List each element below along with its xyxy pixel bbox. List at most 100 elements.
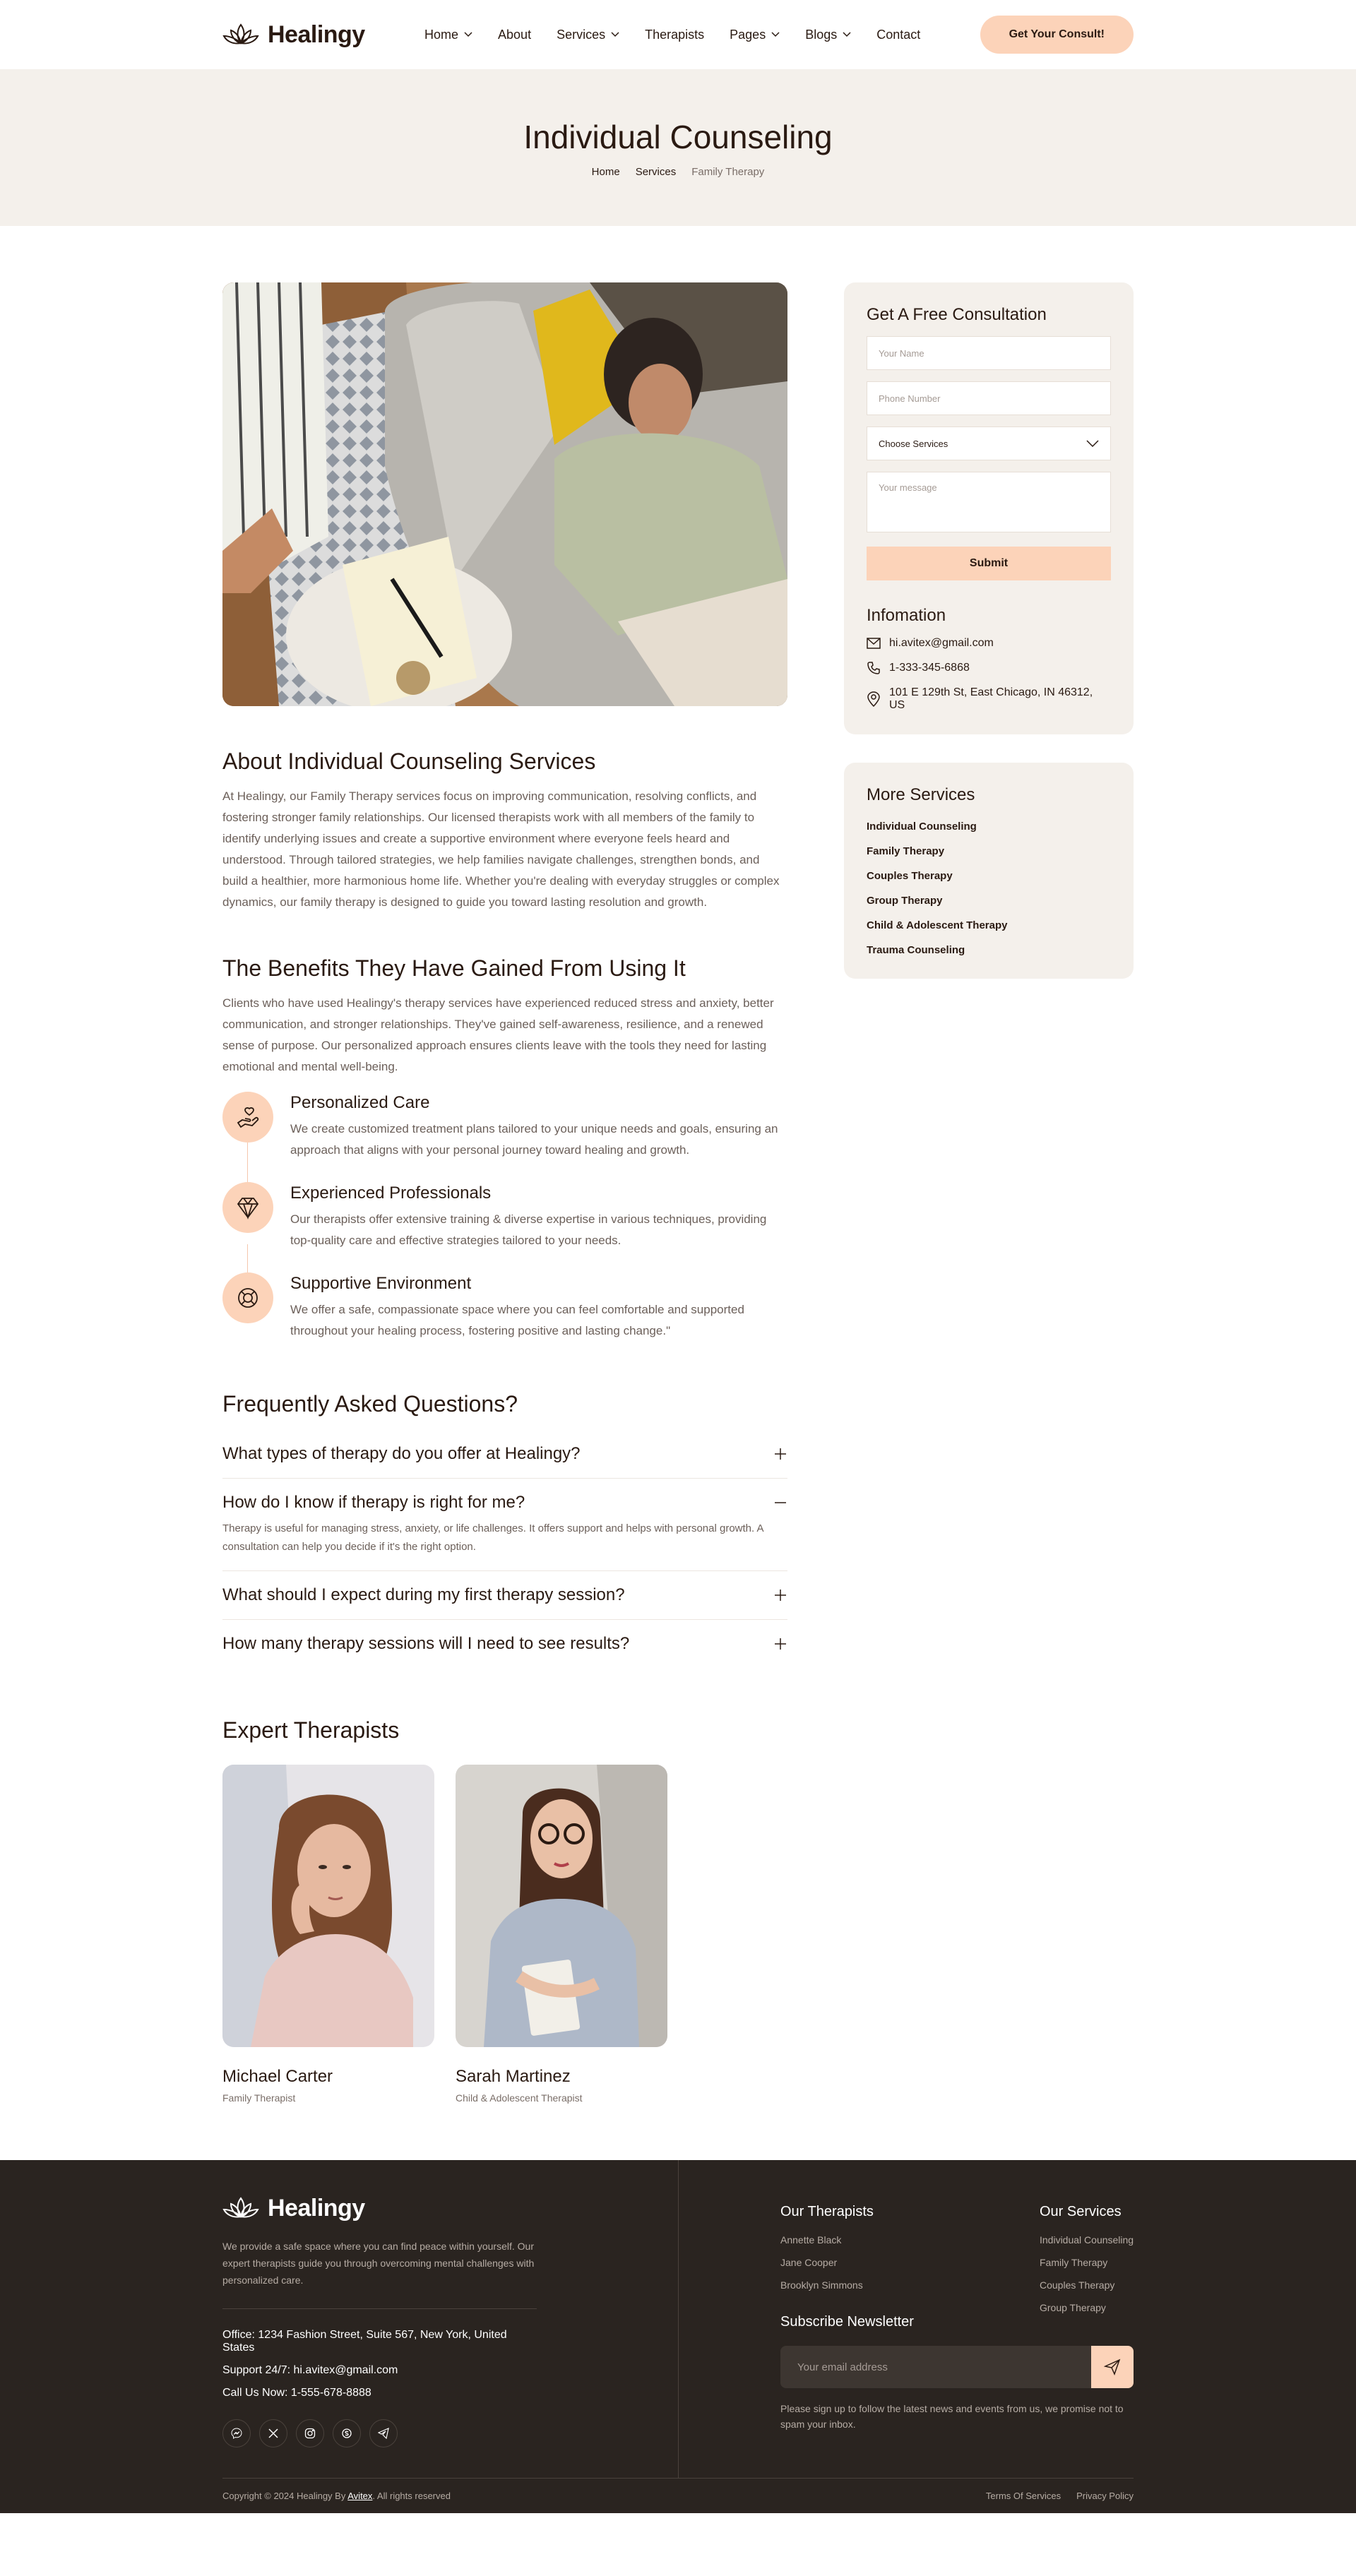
minus-icon[interactable] (773, 1496, 787, 1510)
phone-icon (867, 662, 880, 674)
social-links (222, 2419, 537, 2447)
benefits-title: The Benefits They Have Gained From Using… (222, 955, 686, 981)
location-pin-icon (867, 691, 880, 707)
newsletter-note: Please sign up to follow the latest news… (780, 2403, 1124, 2430)
team-member-card[interactable]: Michael Carter Family Therapist (222, 1765, 434, 2104)
newsletter: Subscribe Newsletter Your email address … (780, 2314, 1134, 2432)
experts-title: Expert Therapists (222, 1717, 400, 1743)
submit-button[interactable]: Submit (867, 547, 1111, 580)
name-placeholder: Your Name (879, 347, 924, 359)
service-link[interactable]: Trauma Counseling (867, 944, 1111, 956)
footer-therapists-title: Our Therapists (780, 2204, 874, 2219)
phone-input[interactable]: Phone Number (867, 381, 1111, 415)
nav-about[interactable]: About (498, 28, 531, 42)
service-link[interactable]: Child & Adolescent Therapy (867, 919, 1111, 931)
telegram-icon[interactable] (369, 2419, 398, 2447)
footer-divider (222, 2308, 537, 2309)
breadcrumb-services[interactable]: Services (636, 166, 677, 178)
service-select[interactable]: Choose Services (867, 427, 1111, 460)
chevron-down-icon (464, 32, 472, 37)
name-input[interactable]: Your Name (867, 336, 1111, 370)
about-title: About Individual Counseling Services (222, 749, 596, 774)
plus-icon[interactable] (773, 1588, 787, 1602)
benefit-item: Supportive Environment We offer a safe, … (222, 1272, 787, 1342)
footer-therapists: Our Therapists Annette Black Jane Cooper… (780, 2204, 874, 2291)
footer-support: Support 24/7: hi.avitex@gmail.com (222, 2364, 398, 2376)
instagram-icon[interactable] (296, 2419, 324, 2447)
benefit-item: Personalized Care We create customized t… (222, 1092, 787, 1161)
service-link[interactable]: Individual Counseling (867, 821, 1111, 833)
team-grid: Michael Carter Family Therapist Sarah Ma… (222, 1765, 787, 2104)
consultation-card: Get A Free Consultation Your Name Phone … (844, 282, 1134, 734)
nav-home[interactable]: Home (424, 28, 472, 42)
faq-item[interactable]: How many therapy sessions will I need to… (222, 1620, 787, 1668)
page-title: Individual Counseling (523, 118, 833, 155)
faq-question: What types of therapy do you offer at He… (222, 1444, 581, 1463)
faq-list: What types of therapy do you offer at He… (222, 1430, 787, 1668)
x-twitter-icon[interactable] (259, 2419, 287, 2447)
breadcrumb-current: Family Therapy (691, 165, 765, 178)
info-phone-text: 1-333-345-6868 (889, 662, 970, 674)
faq-question: What should I expect during my first the… (222, 1585, 625, 1604)
skype-icon[interactable] (333, 2419, 361, 2447)
service-link[interactable]: Couples Therapy (867, 870, 1111, 882)
therapist-name: Michael Carter (222, 2067, 333, 2086)
newsletter-email-input[interactable]: Your email address (780, 2346, 1091, 2388)
logo[interactable]: Healingy (222, 20, 365, 49)
footer-service-link[interactable]: Group Therapy (1040, 2302, 1134, 2313)
nav-pages[interactable]: Pages (730, 28, 780, 42)
terms-link[interactable]: Terms Of Services (986, 2491, 1061, 2501)
info-address-text: 101 E 129th St, East Chicago, IN 46312, … (888, 686, 1093, 711)
copyright-suffix: . All rights reserved (372, 2491, 451, 2501)
footer-therapist-link[interactable]: Jane Cooper (780, 2257, 874, 2268)
message-textarea[interactable]: Your message (867, 472, 1111, 532)
more-services-card: More Services Individual Counseling Fami… (844, 763, 1134, 979)
breadcrumb-home[interactable]: Home (592, 166, 620, 178)
faq-item[interactable]: What types of therapy do you offer at He… (222, 1430, 787, 1479)
site-header: Healingy Home About Services Therapists … (0, 0, 1356, 69)
info-phone[interactable]: 1-333-345-6868 (867, 661, 1111, 675)
info-email[interactable]: hi.avitex@gmail.com (867, 637, 1111, 650)
service-link[interactable]: Group Therapy (867, 895, 1111, 907)
nav-pages-label: Pages (730, 27, 766, 42)
footer-services: Our Services Individual Counseling Famil… (1040, 2204, 1134, 2313)
footer-logo[interactable]: Healingy (222, 2194, 537, 2222)
mail-icon (867, 638, 881, 649)
main-nav: Home About Services Therapists Pages Blo… (424, 28, 920, 42)
privacy-link[interactable]: Privacy Policy (1076, 2491, 1134, 2501)
chevron-down-icon (1086, 440, 1099, 447)
about-text: At Healingy, our Family Therapy services… (222, 789, 780, 909)
service-link[interactable]: Family Therapy (867, 845, 1111, 857)
therapist-photo (456, 1765, 667, 2047)
team-member-card[interactable]: Sarah Martinez Child & Adolescent Therap… (456, 1765, 667, 2104)
nav-therapists[interactable]: Therapists (645, 28, 704, 42)
get-consult-button[interactable]: Get Your Consult! (980, 16, 1134, 54)
info-address: 101 E 129th St, East Chicago, IN 46312, … (867, 686, 1111, 712)
footer-description: We provide a safe space where you can fi… (222, 2241, 535, 2286)
faq-title: Frequently Asked Questions? (222, 1391, 518, 1417)
nav-blogs-label: Blogs (805, 27, 838, 42)
nav-therapists-label: Therapists (645, 27, 705, 42)
footer-service-link[interactable]: Individual Counseling (1040, 2234, 1134, 2246)
faq-question: How do I know if therapy is right for me… (222, 1493, 525, 1512)
benefit-title: Experienced Professionals (290, 1183, 492, 1203)
faq-item[interactable]: What should I expect during my first the… (222, 1571, 787, 1620)
footer-therapist-link[interactable]: Annette Black (780, 2234, 874, 2246)
nav-contact[interactable]: Contact (876, 28, 920, 42)
plus-icon[interactable] (773, 1637, 787, 1651)
nav-about-label: About (498, 27, 532, 42)
footer-service-link[interactable]: Family Therapy (1040, 2257, 1134, 2268)
footer-call: Call Us Now: 1-555-678-8888 (222, 2387, 371, 2399)
newsletter-submit-button[interactable] (1091, 2346, 1134, 2388)
footer-therapist-link[interactable]: Brooklyn Simmons (780, 2279, 874, 2291)
copyright-brand-link[interactable]: Avitex (347, 2491, 372, 2501)
nav-services[interactable]: Services (557, 28, 619, 42)
nav-blogs[interactable]: Blogs (805, 28, 851, 42)
plus-icon[interactable] (773, 1447, 787, 1461)
footer-service-link[interactable]: Couples Therapy (1040, 2279, 1134, 2291)
breadcrumb: Home Services Family Therapy (592, 166, 765, 178)
therapist-role: Child & Adolescent Therapist (456, 2092, 583, 2104)
faq-item[interactable]: How do I know if therapy is right for me… (222, 1479, 787, 1571)
footer-about: Healingy We provide a safe space where y… (222, 2194, 537, 2447)
messenger-icon[interactable] (222, 2419, 251, 2447)
